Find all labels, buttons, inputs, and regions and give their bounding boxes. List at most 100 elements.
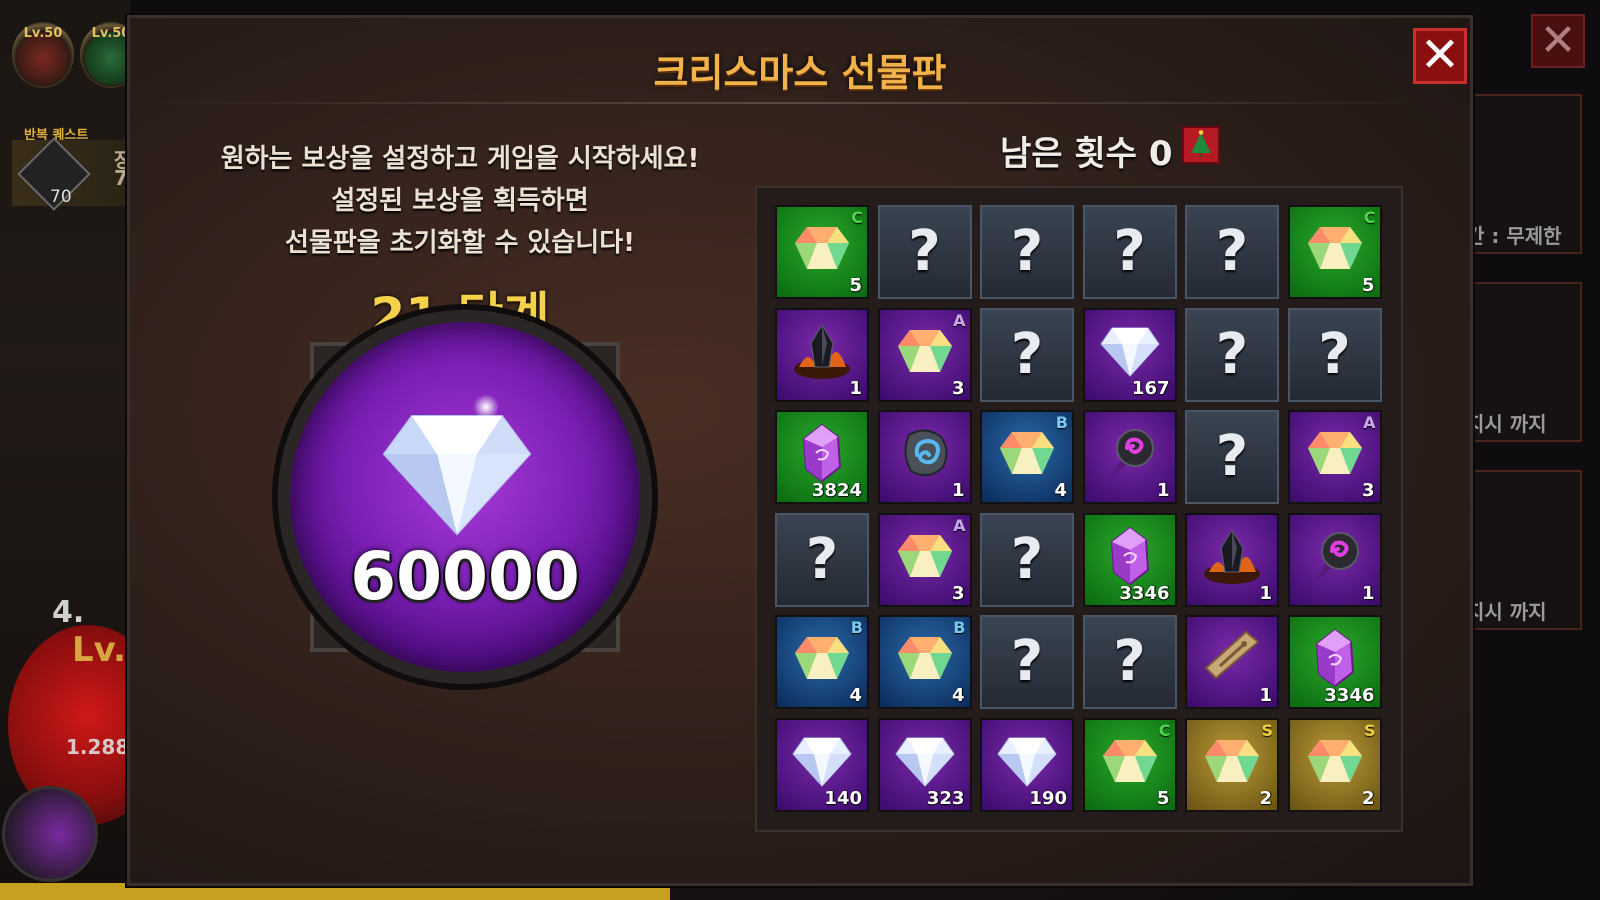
reward-count: 1	[1259, 685, 1272, 706]
game-screen: Lv.50 Lv.50 반복 퀘스트 70 장 7 4. Lv. 1.288 ✕…	[0, 0, 1600, 900]
reward-count: 4	[951, 685, 965, 706]
grade-badge: S	[1261, 720, 1273, 740]
christmas-gift-board-dialog: 크리스마스 선물판 ✕ 원하는 보상을 설정하고 게임을 시작하세요! 설정된 …	[127, 15, 1473, 886]
reward-slot[interactable]: ?	[1287, 307, 1382, 402]
player-level: Lv.	[72, 630, 126, 670]
reward-slot[interactable]: S2	[1287, 717, 1382, 812]
grade-badge: A	[1363, 413, 1376, 432]
skill-button[interactable]	[2, 786, 98, 882]
question-icon: ?	[1215, 321, 1249, 387]
reward-slot[interactable]: A3	[877, 512, 972, 607]
gem-icon	[1306, 223, 1364, 277]
remaining-label: 남은 횟수	[1000, 134, 1137, 174]
reward-count: 3346	[1324, 685, 1375, 706]
remaining-count: 0	[1148, 134, 1173, 174]
diamond-icon	[894, 734, 956, 792]
remaining-tries: 남은 횟수 0	[1000, 126, 1172, 175]
question-icon: ?	[1215, 424, 1249, 489]
gem-icon	[998, 428, 1056, 482]
reward-slot[interactable]: 1	[775, 307, 869, 402]
reward-slot[interactable]: 1	[1185, 615, 1279, 709]
reward-slot[interactable]: ?	[1185, 410, 1279, 504]
reward-count: 3824	[811, 480, 862, 501]
reward-slot[interactable]: C5	[775, 205, 869, 299]
gem-icon	[1306, 428, 1364, 482]
gem-icon	[1203, 736, 1261, 790]
reward-slot[interactable]: 1	[1185, 512, 1279, 607]
reward-slot[interactable]: 1	[1082, 410, 1177, 504]
reward-slot[interactable]: ?	[980, 307, 1074, 402]
reward-slot[interactable]: ?	[980, 512, 1074, 607]
level-badge[interactable]: Lv.50	[12, 22, 74, 88]
reward-count: 3	[951, 582, 965, 604]
event-panel-text: 지시 까지	[1466, 412, 1547, 436]
combat-power: 4.	[52, 595, 85, 630]
diamond-icon	[1099, 324, 1161, 382]
reward-slot[interactable]: 1	[1287, 512, 1382, 607]
gem-icon	[896, 326, 954, 380]
reward-slot[interactable]: ?	[1082, 205, 1177, 299]
diamond-icon	[996, 734, 1058, 792]
crystal-fire-icon	[791, 321, 853, 385]
background-close-icon[interactable]: ✕	[1531, 14, 1585, 68]
question-icon: ?	[1010, 321, 1044, 387]
reward-slot[interactable]: 190	[980, 717, 1074, 812]
diamond-icon	[382, 415, 532, 536]
question-icon: ?	[1113, 219, 1146, 284]
reward-slot[interactable]: B4	[877, 615, 972, 709]
reward-slot[interactable]: A3	[877, 307, 972, 402]
reward-slot[interactable]: C5	[1287, 205, 1382, 299]
reward-slot[interactable]: 3346	[1082, 512, 1177, 607]
christmas-ticket-icon	[1182, 126, 1220, 164]
purple-crystal-icon	[1313, 628, 1357, 692]
grade-badge: A	[953, 515, 966, 535]
reward-slot[interactable]: B4	[775, 615, 869, 709]
reward-slot[interactable]: ?	[1082, 615, 1177, 709]
gem-icon	[793, 223, 851, 277]
reward-slot[interactable]: C5	[1082, 717, 1177, 812]
instruction-line: 선물판을 초기화할 수 있습니다!	[285, 228, 635, 258]
reward-slot[interactable]: ?	[1185, 307, 1279, 402]
question-icon: ?	[805, 526, 839, 592]
hp-value: 1.288	[66, 735, 130, 759]
reward-slot[interactable]: ?	[980, 615, 1074, 709]
grade-badge: B	[1055, 413, 1068, 432]
reward-count: 2	[1361, 787, 1375, 809]
reward-slot[interactable]: ?	[775, 512, 869, 607]
reward-slot[interactable]: 323	[877, 717, 972, 812]
reward-slot[interactable]: B4	[980, 410, 1074, 504]
question-icon: ?	[1113, 629, 1146, 694]
reward-slot[interactable]: 167	[1082, 307, 1177, 402]
gem-icon	[1306, 736, 1364, 790]
reward-slot[interactable]: 3346	[1287, 615, 1382, 709]
reward-slot[interactable]: ?	[980, 205, 1074, 299]
reward-count: 1	[849, 377, 862, 399]
grade-badge: C	[851, 208, 863, 227]
purple-crystal-icon	[800, 423, 844, 487]
event-panel-text: 지시 까지	[1466, 600, 1547, 624]
gem-icon	[1101, 736, 1159, 790]
reward-slot[interactable]: ?	[1185, 205, 1279, 299]
reward-slot[interactable]: 1	[877, 410, 972, 504]
reward-slot[interactable]: 3824	[775, 410, 869, 504]
reward-count: 167	[1131, 377, 1170, 399]
reward-count: 5	[1361, 275, 1375, 296]
gem-icon	[896, 531, 954, 585]
grade-badge: C	[1363, 208, 1376, 227]
quest-count: 70	[50, 187, 72, 207]
grade-badge: C	[1158, 720, 1171, 740]
reward-count: 2	[1259, 787, 1272, 809]
main-reward-amount: 60000	[350, 538, 580, 615]
purple-crystal-icon	[1108, 526, 1152, 590]
reward-slot[interactable]: A3	[1287, 410, 1382, 504]
close-button[interactable]: ✕	[1413, 28, 1467, 84]
reward-count: 4	[1054, 480, 1067, 501]
reward-count: 1	[951, 480, 965, 501]
reward-slot[interactable]: 140	[775, 717, 869, 812]
reward-slot[interactable]: ?	[877, 205, 972, 299]
question-icon: ?	[1010, 629, 1044, 694]
reward-count: 3	[1361, 480, 1375, 501]
event-panel-text: 간 : 무제한	[1466, 224, 1562, 248]
reward-slot[interactable]: S2	[1185, 717, 1279, 812]
reward-count: 5	[1156, 787, 1170, 809]
